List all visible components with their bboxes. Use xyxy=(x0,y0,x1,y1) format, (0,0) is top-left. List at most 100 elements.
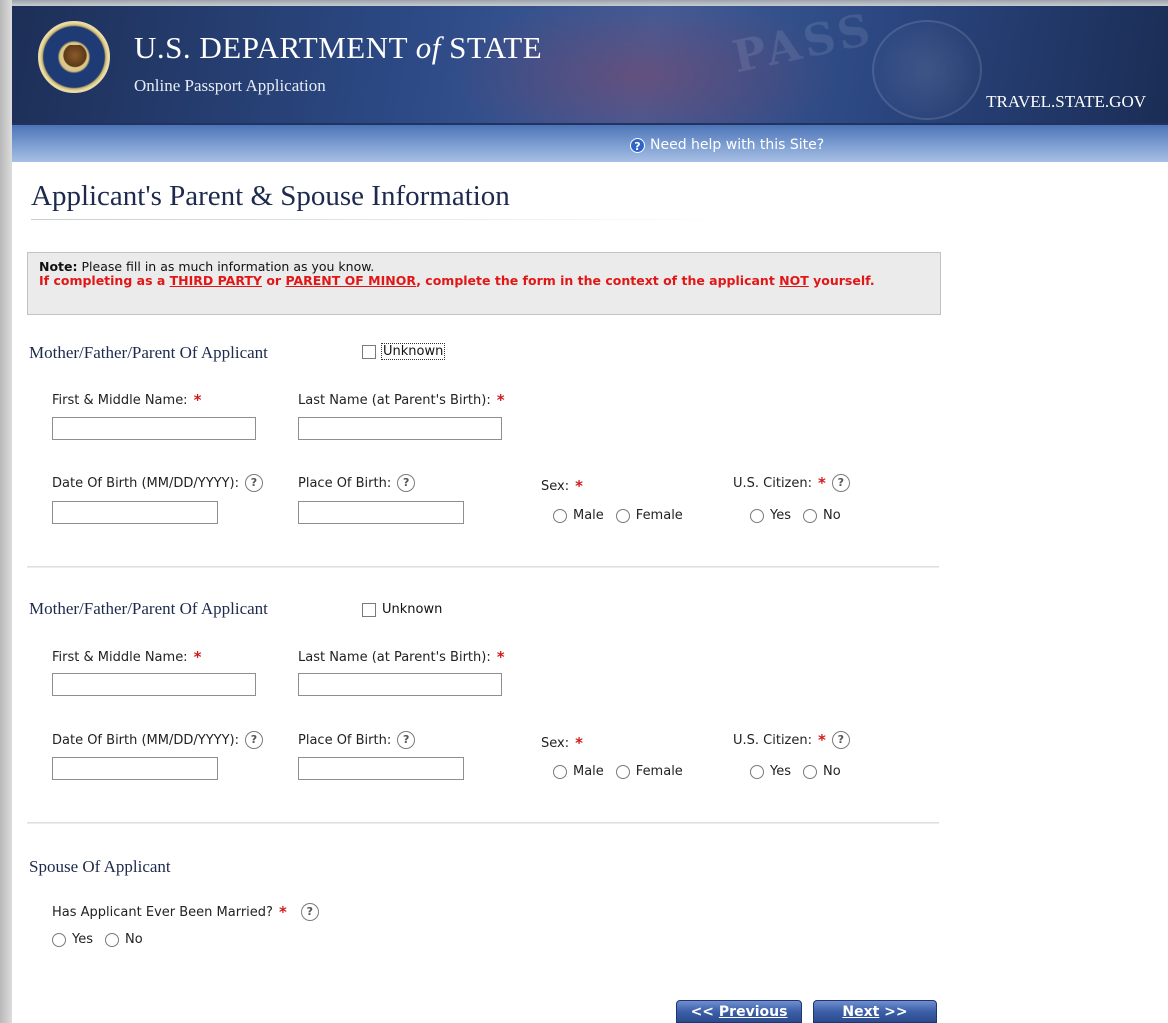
parent1-unknown-checkbox[interactable] xyxy=(362,344,376,359)
parent1-last-name-input[interactable] xyxy=(298,417,502,440)
parent1-sex-female-option[interactable]: Female xyxy=(615,508,683,523)
radio-button[interactable] xyxy=(750,508,764,523)
married-yes-option[interactable]: Yes xyxy=(52,932,93,947)
required-asterisk-icon: * xyxy=(496,648,505,666)
next-button[interactable]: Next >> xyxy=(813,1000,937,1023)
help-question-icon[interactable]: ? xyxy=(245,731,263,749)
required-asterisk-icon: * xyxy=(818,474,826,492)
warn-3: , complete the form in the context of th… xyxy=(416,273,780,288)
radio-button[interactable] xyxy=(553,764,567,779)
warn-2: or xyxy=(261,273,286,288)
radio-button[interactable] xyxy=(803,764,817,779)
married-no-option[interactable]: No xyxy=(105,932,143,947)
parent1-first-name-text: First & Middle Name: xyxy=(52,392,188,408)
parent1-citizen-text: U.S. Citizen: xyxy=(733,475,813,491)
parent2-citizen-no-option[interactable]: No xyxy=(803,764,841,779)
spouse-section-title: Spouse Of Applicant xyxy=(29,857,171,876)
parent2-citizen-yes-label: Yes xyxy=(770,764,791,779)
previous-underlined-letter: P xyxy=(718,1004,730,1020)
parent2-pob-label: Place Of Birth:? xyxy=(298,731,416,749)
parent1-citizen-no-option[interactable]: No xyxy=(803,508,841,523)
site-help-link[interactable]: ? Need help with this Site? xyxy=(630,137,824,153)
married-yes-label: Yes xyxy=(72,932,93,947)
next-underlined-letter: N xyxy=(842,1004,855,1020)
parent1-unknown[interactable]: Unknown xyxy=(362,343,446,360)
eagle-icon xyxy=(62,45,88,71)
parent2-pob-input[interactable] xyxy=(298,757,464,780)
parent1-citizen-yes-option[interactable]: Yes xyxy=(750,508,791,523)
eagle-watermark-icon xyxy=(872,20,982,120)
help-question-icon[interactable]: ? xyxy=(831,731,850,749)
parent1-unknown-label[interactable]: Unknown xyxy=(380,343,446,360)
parent1-section-title: Mother/Father/Parent Of Applicant xyxy=(29,343,268,362)
parent1-dob-text: Date Of Birth (MM/DD/YYYY): xyxy=(52,475,239,491)
parent1-citizen-radio-group: Yes No xyxy=(750,508,847,523)
parent1-pob-text: Place Of Birth: xyxy=(298,475,392,491)
parent1-first-name-input[interactable] xyxy=(52,417,256,440)
parent2-dob-input[interactable] xyxy=(52,757,218,780)
note-label: Note: xyxy=(39,259,78,274)
parent2-unknown-checkbox[interactable] xyxy=(362,602,376,617)
parent2-citizen-label: U.S. Citizen: *? xyxy=(733,731,850,749)
parent2-first-name-input[interactable] xyxy=(52,673,256,696)
parent2-sex-male-option[interactable]: Male xyxy=(553,764,604,779)
radio-button[interactable] xyxy=(52,932,66,947)
help-bar: ? Need help with this Site? xyxy=(12,123,1168,162)
app-subtitle: Online Passport Application xyxy=(134,76,326,95)
parent1-dob-input[interactable] xyxy=(52,501,218,524)
parent1-sex-male-option[interactable]: Male xyxy=(553,508,604,523)
previous-rest: revious xyxy=(729,1004,788,1020)
parent2-first-name-text: First & Middle Name: xyxy=(52,649,188,665)
parent1-last-name-text: Last Name (at Parent's Birth): xyxy=(298,392,491,408)
previous-button[interactable]: << Previous xyxy=(676,1000,802,1023)
parent2-sex-male-label: Male xyxy=(573,764,604,779)
parent1-sex-female-label: Female xyxy=(635,508,683,523)
married-radio-group: Yes No xyxy=(52,932,149,947)
window-left-edge xyxy=(0,0,12,1023)
required-asterisk-icon: * xyxy=(575,477,583,495)
parent2-sex-female-option[interactable]: Female xyxy=(615,764,683,779)
help-question-icon[interactable]: ? xyxy=(300,903,319,921)
parent1-pob-input[interactable] xyxy=(298,501,464,524)
help-question-icon[interactable]: ? xyxy=(397,474,416,492)
parent2-first-name-label: First & Middle Name: * xyxy=(52,648,201,666)
parent1-sex-radio-group: Male Female xyxy=(553,508,689,523)
section-divider xyxy=(27,822,939,824)
page-title: Applicant's Parent & Spouse Information xyxy=(31,180,510,212)
note-text: Please fill in as much information as yo… xyxy=(77,259,375,274)
radio-button[interactable] xyxy=(803,508,817,523)
parent1-citizen-label: U.S. Citizen: *? xyxy=(733,474,850,492)
radio-button[interactable] xyxy=(750,764,764,779)
required-asterisk-icon: * xyxy=(193,648,202,666)
parent1-last-name-label: Last Name (at Parent's Birth): * xyxy=(298,391,505,409)
required-asterisk-icon: * xyxy=(278,903,287,921)
next-suffix: >> xyxy=(879,1004,908,1020)
help-circle-icon: ? xyxy=(630,137,645,153)
site-help-label: Need help with this Site? xyxy=(650,137,825,153)
married-question-text: Has Applicant Ever Been Married? xyxy=(52,904,273,920)
parent2-unknown-label[interactable]: Unknown xyxy=(382,602,442,617)
parent1-sex-male-label: Male xyxy=(573,508,604,523)
third-party-warning: If completing as a THIRD PARTY or PARENT… xyxy=(39,274,929,288)
radio-button[interactable] xyxy=(105,932,119,947)
travel-state-gov-link[interactable]: TRAVEL.STATE.GOV xyxy=(986,92,1146,112)
parent2-citizen-yes-option[interactable]: Yes xyxy=(750,764,791,779)
help-question-icon[interactable]: ? xyxy=(397,731,416,749)
parent2-sex-radio-group: Male Female xyxy=(553,764,689,779)
help-question-icon[interactable]: ? xyxy=(245,474,263,492)
warn-third-party: THIRD PARTY xyxy=(169,273,262,288)
parent2-last-name-input[interactable] xyxy=(298,673,502,696)
parent2-dob-text: Date Of Birth (MM/DD/YYYY): xyxy=(52,732,239,748)
note-line: Note: Please fill in as much information… xyxy=(39,260,929,274)
parent2-unknown[interactable]: Unknown xyxy=(362,602,442,617)
radio-button[interactable] xyxy=(615,508,630,523)
previous-prefix: << xyxy=(690,1004,719,1020)
parent2-sex-text: Sex: xyxy=(541,735,570,751)
radio-button[interactable] xyxy=(615,764,630,779)
radio-button[interactable] xyxy=(553,508,567,523)
required-asterisk-icon: * xyxy=(193,391,202,409)
help-question-icon[interactable]: ? xyxy=(831,474,850,492)
title-underline xyxy=(31,219,731,220)
site-header: PASS U.S. DEPARTMENT of STATE Online Pas… xyxy=(12,6,1168,123)
parent2-citizen-no-label: No xyxy=(823,764,841,779)
